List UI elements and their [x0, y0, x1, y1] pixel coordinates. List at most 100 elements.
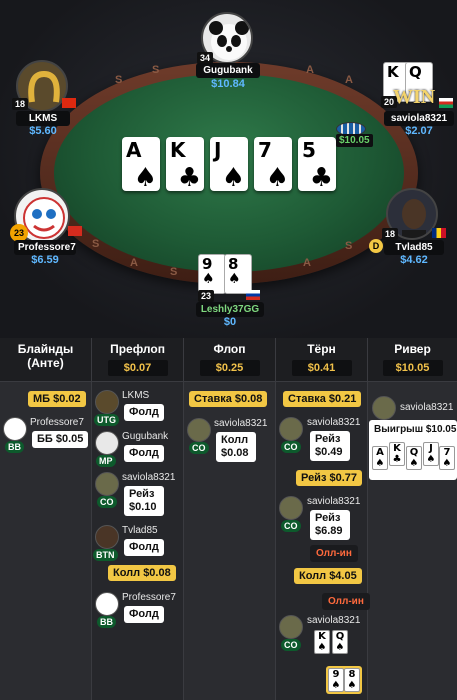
position-badge: CO: [281, 441, 301, 453]
position-badge: CO: [281, 520, 301, 532]
player-name: Leshly37GG: [196, 302, 264, 317]
hole-card: 9 ♠: [198, 254, 226, 294]
board-card: A ♠: [122, 137, 160, 191]
player-name: Tvlad85: [384, 240, 444, 255]
bet-action: Ставка $0.08: [189, 391, 268, 407]
position-badge: BB: [5, 441, 24, 453]
flag-icon: [432, 228, 446, 238]
flag-icon: [246, 290, 260, 300]
header-preflop: Префлоп $0.07: [92, 342, 183, 376]
player-stack: $10.84: [211, 78, 245, 90]
shown-card: K ♠: [314, 630, 330, 654]
street-headers: Блайнды (Анте) Префлоп $0.07 Флоп $0.25 Тё…: [0, 338, 457, 382]
player-name: Tvlad85: [122, 525, 158, 536]
player-level-badge: 18: [382, 228, 399, 240]
player-name: saviola8321: [307, 615, 361, 626]
robot-avatar-icon: [95, 592, 119, 616]
player-avatar-icon: [279, 615, 303, 639]
hero-card: 8 ♠: [344, 668, 360, 692]
position-badge: BTN: [93, 549, 118, 561]
rim-letter: S: [92, 238, 100, 250]
rim-letter: S: [152, 64, 160, 76]
player-avatar-icon: [95, 472, 119, 496]
player-stack: $2.07: [405, 125, 433, 137]
street-pot: $0.25: [199, 360, 260, 376]
rim-letter: A: [306, 64, 314, 76]
player-name: Professore7: [14, 240, 76, 255]
divider: [91, 338, 92, 700]
position-badge: CO: [281, 639, 301, 651]
community-cards: A ♠ K ♣ J ♠ 7 ♠ 5 ♣: [122, 137, 336, 191]
seat-professore[interactable]: 23: [10, 188, 82, 244]
raise-action: Рейз $6.89: [310, 510, 350, 540]
all-in-label: Олл-ин: [322, 593, 370, 610]
divider: [367, 338, 368, 700]
raise-action: Рейз $0.10: [124, 486, 164, 516]
player-name: saviola8321: [307, 496, 361, 507]
position-badge: MP: [96, 455, 116, 467]
winning-card: A ♠: [372, 446, 388, 470]
board-card: K ♣: [166, 137, 204, 191]
player-level-badge: 18: [12, 98, 29, 110]
call-action: Колл $0.08: [108, 565, 176, 581]
raise-action: Рейз $0.77: [296, 470, 362, 486]
player-avatar-icon: [279, 417, 303, 441]
fold-action: Фолд: [124, 445, 164, 462]
win-banner: WIN: [393, 86, 436, 108]
player-avatar-icon: [279, 496, 303, 520]
hole-card: 8 ♠: [224, 254, 252, 294]
position-badge: UTG: [94, 414, 119, 426]
player-name: LKMS: [16, 111, 70, 126]
rim-letter: S: [115, 74, 123, 86]
pot-amount: $10.05: [336, 134, 373, 147]
call-action: Колл $4.05: [294, 568, 362, 584]
raise-action: Рейз $0.49: [310, 431, 350, 461]
winning-card: K ♣: [389, 442, 405, 466]
seat-lkms[interactable]: 18: [12, 60, 76, 112]
header-blinds: Блайнды (Анте): [17, 342, 74, 370]
player-name: saviola8321: [307, 417, 361, 428]
board-card: 7 ♠: [254, 137, 292, 191]
player-name: Professore7: [122, 592, 176, 603]
player-stack: $5.60: [29, 125, 57, 137]
hero-card: 9 ♠: [328, 668, 344, 692]
robot-avatar-icon: [3, 417, 27, 441]
fold-action: Фолд: [124, 539, 164, 556]
win-amount: Выигрыш $10.05: [374, 424, 457, 435]
bet-action: Ставка $0.21: [283, 391, 362, 407]
seat-gugubank[interactable]: 34: [197, 12, 253, 64]
header-river: Ривер $10.05: [368, 342, 457, 376]
dealer-button: D: [369, 239, 383, 253]
winning-card: Q ♠: [406, 446, 422, 470]
header-turn: Тёрн $0.41: [276, 342, 367, 376]
rim-letter: A: [303, 257, 311, 269]
flag-icon: [439, 98, 453, 108]
panda-avatar-icon: [95, 431, 119, 455]
player-avatar-icon: [372, 396, 396, 420]
rim-letter: S: [345, 240, 353, 252]
player-name: saviola8321: [122, 472, 176, 483]
position-badge: CO: [97, 496, 117, 508]
player-name: Professore7: [30, 417, 84, 428]
player-stack: $4.62: [400, 254, 428, 266]
portrait-avatar-icon: [95, 525, 119, 549]
player-avatar-icon: [187, 418, 211, 442]
player-name: Gugubank: [196, 63, 260, 78]
seat-tvlad[interactable]: 18: [382, 188, 446, 240]
big-blind-action: ББ $0.05: [32, 431, 89, 448]
winning-card: J ♠: [423, 442, 439, 466]
player-level-badge: 23: [198, 290, 215, 302]
horseshoe-avatar-icon: [95, 390, 119, 414]
flag-icon: [68, 226, 82, 236]
position-badge: CO: [189, 442, 209, 454]
winning-card: 7 ♠: [439, 446, 455, 470]
fold-action: Фолд: [124, 404, 164, 421]
divider: [275, 338, 276, 700]
shown-card: Q ♠: [332, 630, 348, 654]
board-card: J ♠: [210, 137, 248, 191]
all-in-label: Олл-ин: [310, 545, 358, 562]
win-result: Выигрыш $10.05 A ♠ K ♣ Q ♠ J ♠ 7 ♠: [369, 420, 457, 480]
player-name: Gugubank: [122, 431, 169, 442]
player-name: saviola8321: [384, 111, 454, 126]
divider: [183, 338, 184, 700]
